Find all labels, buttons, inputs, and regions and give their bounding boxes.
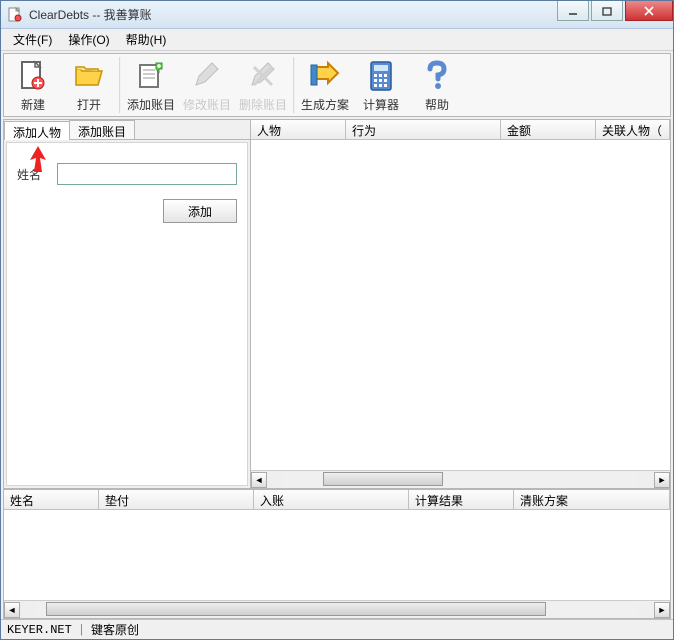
form-row-name: 姓名 [17,163,237,185]
add-button[interactable]: 添加 [163,199,237,223]
scroll-thumb[interactable] [323,472,443,486]
tool-help[interactable]: 帮助 [409,55,465,115]
help-icon [419,58,455,94]
status-separator: | [78,623,85,637]
close-button[interactable] [625,1,673,21]
maximize-button[interactable] [591,1,623,21]
tool-delete-account: 删除账目 [235,55,291,115]
tool-delete-account-label: 删除账目 [239,96,287,113]
left-panel: 添加人物 添加账目 姓名 添加 [3,119,251,489]
th-calc[interactable]: 计算结果 [409,490,514,509]
calculator-icon [363,58,399,94]
status-left: KEYER.NET [7,623,72,637]
scroll-track[interactable] [36,602,638,618]
upper-table-header: 人物 行为 金额 关联人物（ [251,120,670,140]
th-plan[interactable]: 清账方案 [514,490,670,509]
tool-calculator-label: 计算器 [363,96,399,113]
tool-calculator[interactable]: 计算器 [353,55,409,115]
scroll-right-icon[interactable]: ► [654,472,670,488]
window-buttons [555,1,673,28]
tool-edit-account: 修改账目 [179,55,235,115]
tool-gen-plan[interactable]: 生成方案 [297,55,353,115]
tool-edit-account-label: 修改账目 [183,96,231,113]
th-person[interactable]: 人物 [251,120,346,139]
lower-table-pane: 姓名 垫付 入账 计算结果 清账方案 ◄ ► [3,489,671,619]
name-input[interactable] [57,163,237,185]
left-tabs: 添加人物 添加账目 [4,120,250,140]
name-label: 姓名 [17,166,57,183]
tab-content-add-person: 姓名 添加 [6,142,248,486]
menu-help[interactable]: 帮助(H) [118,29,175,50]
tab-add-account[interactable]: 添加账目 [69,120,135,139]
app-icon [7,7,23,23]
tool-open-label: 打开 [77,96,101,113]
tool-add-account[interactable]: 添加账目 [123,55,179,115]
tool-gen-plan-label: 生成方案 [301,96,349,113]
tool-new[interactable]: 新建 [5,55,61,115]
window-title: ClearDebts -- 我善算账 [29,6,555,23]
lower-table-header: 姓名 垫付 入账 计算结果 清账方案 [4,490,670,510]
menubar: 文件(F) 操作(O) 帮助(H) [1,29,673,51]
form-row-add: 添加 [17,199,237,223]
tool-add-account-label: 添加账目 [127,96,175,113]
th-action[interactable]: 行为 [346,120,501,139]
th-name[interactable]: 姓名 [4,490,99,509]
main-area: 添加人物 添加账目 姓名 添加 人物 行为 [3,119,671,619]
open-folder-icon [71,58,107,94]
app-window: ClearDebts -- 我善算账 文件(F) 操作(O) 帮助(H) 新建 … [0,0,674,640]
new-file-icon [15,58,51,94]
add-account-icon [133,58,169,94]
minimize-button[interactable] [557,1,589,21]
delete-account-icon [245,58,281,94]
scroll-left-icon[interactable]: ◄ [251,472,267,488]
edit-account-icon [189,58,225,94]
toolbar-separator [293,57,295,113]
th-amount[interactable]: 金额 [501,120,596,139]
titlebar: ClearDebts -- 我善算账 [1,1,673,29]
th-advance[interactable]: 垫付 [99,490,254,509]
tool-help-label: 帮助 [425,96,449,113]
statusbar: KEYER.NET | 键客原创 [1,619,673,639]
lower-hscrollbar[interactable]: ◄ ► [4,600,670,618]
gen-plan-icon [307,58,343,94]
scroll-right-icon[interactable]: ► [654,602,670,618]
lower-table-body[interactable] [4,510,670,600]
upper-table-body[interactable] [251,140,670,470]
tool-new-label: 新建 [21,96,45,113]
tab-add-person[interactable]: 添加人物 [4,121,70,140]
th-income[interactable]: 入账 [254,490,409,509]
upper-table-pane: 人物 行为 金额 关联人物（ ◄ ► [251,119,671,489]
upper-hscrollbar[interactable]: ◄ ► [251,470,670,488]
status-right: 键客原创 [91,621,139,638]
upper-split: 添加人物 添加账目 姓名 添加 人物 行为 [3,119,671,489]
scroll-thumb[interactable] [46,602,546,616]
menu-file[interactable]: 文件(F) [5,29,60,50]
scroll-left-icon[interactable]: ◄ [4,602,20,618]
scroll-track[interactable] [283,472,638,488]
menu-operate[interactable]: 操作(O) [60,29,117,50]
toolbar: 新建 打开 添加账目 修改账目 删除账目 [3,53,671,117]
tool-open[interactable]: 打开 [61,55,117,115]
toolbar-separator [119,57,121,113]
th-related[interactable]: 关联人物（ [596,120,670,139]
